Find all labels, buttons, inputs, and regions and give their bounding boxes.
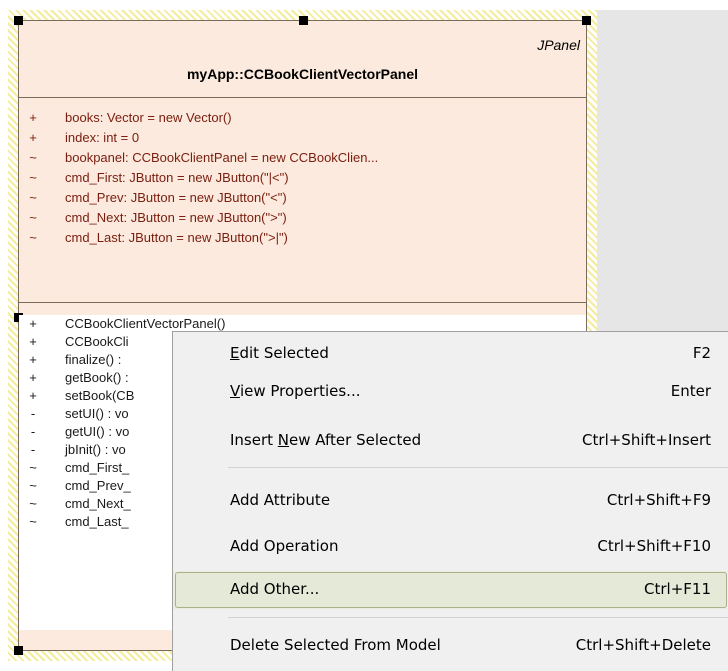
visibility-marker: ~ [29,514,37,529]
menu-item-label: Edit Selected [230,344,329,362]
visibility-marker: + [29,316,37,331]
menu-item-label: Delete Selected From Model [230,636,441,654]
visibility-marker: ~ [29,496,37,511]
attribute-text: books: Vector = new Vector() [65,110,232,125]
class-name: myApp::CCBookClientVectorPanel [186,66,419,82]
visibility-marker: ~ [29,210,37,225]
menu-item-label: Add Attribute [230,491,331,509]
menu-item-delete-selected-from-model[interactable]: Delete Selected From Model Ctrl+Shift+De… [173,627,727,665]
attribute-text: cmd_Next: JButton = new JButton(">") [65,210,287,225]
stereotype-label: JPanel [537,37,580,53]
operation-text: finalize() : [65,352,122,367]
visibility-marker: - [30,406,36,421]
menu-item-label: Add Other... [230,580,320,598]
attribute-text: index: int = 0 [65,130,140,145]
visibility-marker: + [29,130,37,145]
visibility-marker: ~ [29,460,37,475]
visibility-marker: ~ [29,170,37,185]
visibility-marker: - [30,424,36,439]
resize-handle-top[interactable] [299,16,308,25]
operation-text: CCBookCli [65,334,129,349]
menu-item-insert-new-after-selected[interactable]: Insert New After Selected Ctrl+Shift+Ins… [173,422,727,460]
menu-item-add-operation[interactable]: Add Operation Ctrl+Shift+F10 [173,528,727,566]
menu-item-edit-selected[interactable]: Edit Selected F2 [173,335,727,373]
visibility-marker: + [29,110,37,125]
menu-item-label: Add Operation [230,537,339,555]
visibility-marker: ~ [29,478,37,493]
resize-handle-bottom-left[interactable] [14,646,23,655]
operation-text: jbInit() : vo [65,442,126,457]
menu-item-shortcut: Enter [670,382,711,400]
visibility-marker: + [29,352,37,367]
menu-item-shortcut: F2 [692,344,711,362]
visibility-marker: + [29,370,37,385]
operation-text: getUI() : vo [65,424,130,439]
visibility-marker: + [29,334,37,349]
menu-item-view-properties[interactable]: View Properties... Enter [173,373,727,411]
menu-item-shortcut: Ctrl+Shift+F9 [606,491,711,509]
menu-item-label: Insert New After Selected [230,431,422,449]
menu-item-shortcut: Ctrl+Shift+Insert [582,431,711,449]
visibility-marker: ~ [29,190,37,205]
resize-handle-top-right[interactable] [582,16,591,25]
resize-handle-top-left[interactable] [14,16,23,25]
visibility-marker: ~ [29,150,37,165]
operation-text: setBook(CB [65,388,135,403]
menu-item-add-other[interactable]: Add Other... Ctrl+F11 [173,571,727,609]
menu-item-shortcut: Ctrl+Shift+Delete [575,636,711,654]
menu-item-label: View Properties... [230,382,361,400]
attribute-text: cmd_First: JButton = new JButton("|<") [65,170,289,185]
attributes-divider [19,302,586,303]
menu-item-shortcut: Ctrl+Shift+F10 [597,537,711,555]
operation-text: getBook() : [65,370,129,385]
operation-text: cmd_Last_ [65,514,129,529]
menu-separator [228,617,728,618]
operation-text: cmd_First_ [65,460,130,475]
visibility-marker: + [29,388,37,403]
attribute-text: cmd_Prev: JButton = new JButton("<") [65,190,287,205]
name-divider [19,97,586,98]
menu-item-add-attribute[interactable]: Add Attribute Ctrl+Shift+F9 [173,482,727,520]
visibility-marker: - [30,442,36,457]
menu-item-shortcut: Ctrl+F11 [644,580,711,598]
operation-text: cmd_Next_ [65,496,131,511]
menu-separator [228,467,728,468]
visibility-marker: ~ [29,230,37,245]
context-menu: Edit Selected F2 View Properties... Ente… [172,331,728,671]
operation-text: setUI() : vo [65,406,129,421]
attribute-text: cmd_Last: JButton = new JButton(">|") [65,230,288,245]
operation-text: cmd_Prev_ [65,478,131,493]
attribute-text: bookpanel: CCBookClientPanel = new CCBoo… [65,150,379,165]
